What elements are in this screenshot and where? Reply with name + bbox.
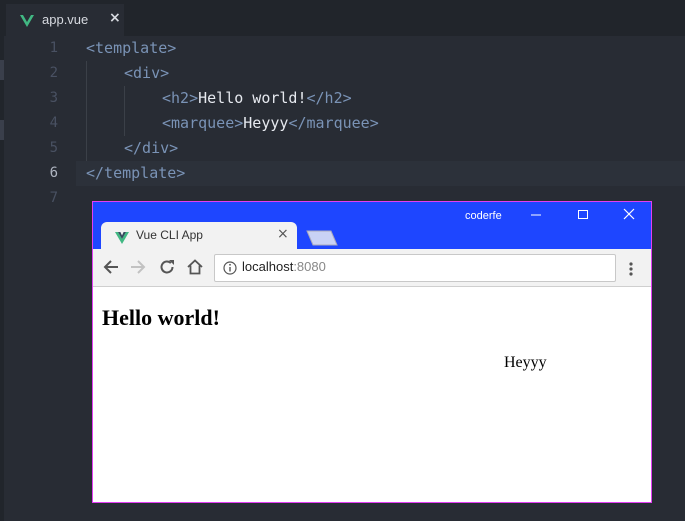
close-window-icon[interactable]: [623, 208, 635, 224]
menu-kebab-icon[interactable]: [629, 261, 633, 280]
forward-arrow-icon[interactable]: [130, 259, 146, 279]
back-arrow-icon[interactable]: [103, 259, 119, 279]
code-line-4[interactable]: <marquee>Heyyy</marquee>: [162, 111, 379, 136]
code-text: Heyyy: [243, 114, 289, 132]
close-tab-icon[interactable]: ×: [109, 10, 121, 26]
page-viewport: Hello world! Heyyy: [93, 287, 651, 502]
close-browser-tab-icon[interactable]: ×: [277, 226, 289, 242]
editor-tab-app-vue[interactable]: app.vue ×: [6, 4, 124, 36]
code-tag: <div>: [124, 64, 170, 82]
address-host: localhost: [242, 259, 294, 274]
code-tag: </template>: [86, 164, 186, 182]
browser-tab[interactable]: Vue CLI App ×: [101, 222, 297, 250]
home-icon[interactable]: [187, 259, 203, 279]
code-line-2[interactable]: <div>: [124, 61, 169, 86]
code-tag: <template>: [86, 39, 177, 57]
page-heading: Hello world!: [102, 305, 220, 330]
browser-toolbar: localhost:8080: [93, 249, 651, 287]
line-number-active: 6: [49, 165, 58, 181]
code-text: Hello world!: [198, 89, 307, 107]
code-tag: </div>: [124, 139, 179, 157]
code-tag: </marquee>: [288, 114, 379, 132]
editor-tab-label: app.vue: [42, 12, 89, 27]
maximize-icon[interactable]: [577, 208, 589, 224]
minimize-icon[interactable]: [530, 208, 542, 224]
line-number: 5: [49, 140, 58, 156]
browser-tab-title: Vue CLI App: [136, 228, 203, 242]
line-number: 7: [49, 190, 58, 206]
editor-tab-bar: app.vue ×: [0, 0, 685, 36]
reload-icon[interactable]: [159, 259, 175, 279]
browser-title-bar[interactable]: coderfe Vue CLI App ×: [93, 202, 651, 250]
code-line-1[interactable]: <template>: [86, 36, 176, 61]
line-number: 3: [49, 90, 58, 106]
indent-guide: [124, 86, 125, 136]
marquee-text: Heyyy: [504, 354, 547, 371]
code-line-5[interactable]: </div>: [124, 136, 178, 161]
code-tag: <h2>: [162, 89, 199, 107]
new-tab-button[interactable]: [305, 230, 339, 250]
code-tag: <marquee>: [162, 114, 244, 132]
code-tag: </h2>: [306, 89, 352, 107]
address-port: :8080: [293, 259, 326, 274]
address-text: localhost:8080: [242, 259, 326, 274]
line-number: 2: [49, 65, 58, 81]
indent-guide: [86, 61, 87, 161]
vue-file-icon: [20, 12, 34, 31]
info-icon[interactable]: [223, 260, 237, 279]
code-line-6[interactable]: </template>: [86, 161, 185, 186]
address-bar[interactable]: localhost:8080: [214, 254, 616, 282]
browser-window: coderfe Vue CLI App × localhost:8080 Hel…: [92, 201, 652, 503]
code-line-3[interactable]: <h2>Hello world!</h2>: [162, 86, 352, 111]
line-number: 1: [49, 40, 58, 56]
line-number: 4: [49, 115, 58, 131]
profile-name[interactable]: coderfe: [465, 210, 502, 222]
vue-favicon-icon: [115, 229, 129, 248]
